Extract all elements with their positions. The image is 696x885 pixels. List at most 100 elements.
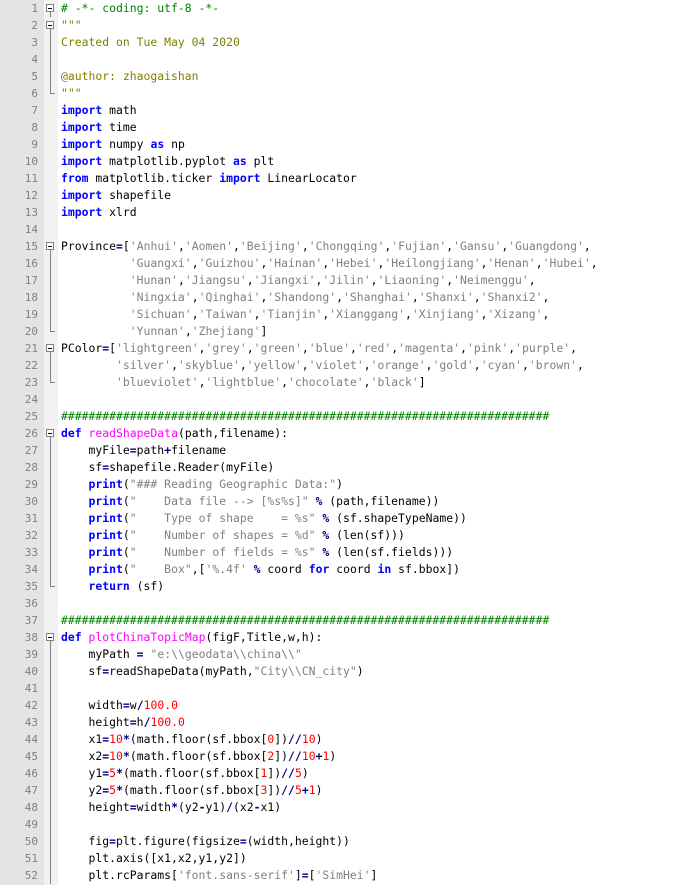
code-line[interactable]: 43 height=h/100.0	[0, 714, 696, 731]
line-number: 4	[31, 53, 38, 66]
code-line[interactable]: 42 width=w/100.0	[0, 697, 696, 714]
code-line[interactable]: 31 print(" Type of shape = %s" % (sf.sha…	[0, 510, 696, 527]
fold-guide-line	[50, 289, 51, 306]
code-line[interactable]: 47 y2=5*(math.floor(sf.bbox[3])//5+1)	[0, 782, 696, 799]
code-line[interactable]: 5 @author: zhaogaishan	[0, 68, 696, 85]
code-token: import	[61, 103, 103, 117]
code-line[interactable]: 50 fig=plt.figure(figsize=(width,height)…	[0, 833, 696, 850]
code-token: (len(sf.fields)))	[329, 545, 454, 559]
code-token: shapefile	[102, 188, 172, 202]
fold-toggle-icon[interactable]	[46, 429, 54, 437]
code-token: 'Hainan'	[267, 256, 323, 270]
code-token: ,	[301, 239, 309, 253]
code-line[interactable]: 6 """	[0, 85, 696, 102]
code-line[interactable]: 14	[0, 221, 696, 238]
code-token: ]	[294, 868, 302, 882]
code-line[interactable]: 15 Province=['Anhui','Aomen','Beijing','C…	[0, 238, 696, 255]
code-line[interactable]: 17 'Hunan','Jiangsu','Jiangxi','Jilin','…	[0, 272, 696, 289]
code-line[interactable]: 7 import math	[0, 102, 696, 119]
code-line[interactable]: 9 import numpy as np	[0, 136, 696, 153]
fold-toggle-icon[interactable]	[46, 4, 54, 12]
fold-guide-line	[50, 272, 51, 289]
code-line[interactable]: 1 # -*- coding: utf-8 -*-	[0, 0, 696, 17]
code-line[interactable]: 34 print(" Box",['%.4f' % coord for coor…	[0, 561, 696, 578]
code-token: +	[301, 783, 309, 797]
code-token: as	[232, 154, 247, 168]
code-token: sf	[61, 664, 103, 678]
code-line[interactable]: 11 from matplotlib.ticker import LinearLo…	[0, 170, 696, 187]
code-token: xlrd	[102, 205, 137, 219]
code-token: [	[308, 868, 316, 882]
code-text: def readShapeData(path,filename):	[61, 425, 288, 442]
code-line[interactable]: 16 'Guangxi','Guizhou','Hainan','Hebei',…	[0, 255, 696, 272]
code-line[interactable]: 8 import time	[0, 119, 696, 136]
code-token: (	[122, 545, 130, 559]
fold-toggle-icon[interactable]	[46, 21, 54, 29]
code-token: 'Zhejiang'	[191, 324, 261, 338]
code-line[interactable]: 32 print(" Number of shapes = %d" % (len…	[0, 527, 696, 544]
code-line[interactable]: 19 'Sichuan','Taiwan','Tianjin','Xiangga…	[0, 306, 696, 323]
code-token: (width,height))	[246, 834, 350, 848]
code-token: " Number of shapes = %d"	[129, 528, 316, 542]
code-token: 'Ningxia'	[129, 290, 192, 304]
code-line[interactable]: 13 import xlrd	[0, 204, 696, 221]
code-line[interactable]: 40 sf=readShapeData(myPath,"City\\CN_cit…	[0, 663, 696, 680]
code-token: //	[288, 749, 302, 763]
fold-toggle-icon[interactable]	[46, 242, 54, 250]
code-line[interactable]: 38 def plotChinaTopicMap(figF,Title,w,h):	[0, 629, 696, 646]
code-line[interactable]: 29 print("### Reading Geographic Data:")	[0, 476, 696, 493]
code-line[interactable]: 51 plt.axis([x1,x2,y1,y2])	[0, 850, 696, 867]
line-number: 27	[24, 444, 38, 457]
code-line[interactable]: 24	[0, 391, 696, 408]
code-token: ,	[184, 324, 192, 338]
line-number: 45	[24, 750, 38, 763]
fold-toggle-icon[interactable]	[46, 344, 54, 352]
code-line[interactable]: 44 x1=10*(math.floor(sf.bbox[0])//10)	[0, 731, 696, 748]
code-token: %	[253, 562, 261, 576]
code-line[interactable]: 25 ######################################…	[0, 408, 696, 425]
code-line[interactable]: 27 myFile=path+filename	[0, 442, 696, 459]
code-line[interactable]: 48 height=width*(y2-y1)/(x2-x1)	[0, 799, 696, 816]
code-token: (	[122, 562, 130, 576]
code-line[interactable]: 28 sf=shapefile.Reader(myFile)	[0, 459, 696, 476]
code-token: ########################################…	[61, 613, 550, 627]
fold-guide-line	[50, 850, 51, 867]
code-line[interactable]: 26 def readShapeData(path,filename):	[0, 425, 696, 442]
code-line[interactable]: 41	[0, 680, 696, 697]
code-line[interactable]: 20 'Yunnan','Zhejiang']	[0, 323, 696, 340]
code-token: 'yellow'	[246, 358, 302, 372]
code-token: 'chocolate'	[288, 375, 364, 389]
code-line[interactable]: 36	[0, 595, 696, 612]
code-line[interactable]: 23 'blueviolet','lightblue','chocolate',…	[0, 374, 696, 391]
line-number: 48	[24, 801, 38, 814]
code-token: readShapeData(myPath,	[109, 664, 254, 678]
code-line[interactable]: 18 'Ningxia','Qinghai','Shandong','Shang…	[0, 289, 696, 306]
code-token: ,	[246, 273, 254, 287]
code-token: @author: zhaogaishan	[61, 69, 199, 83]
line-number: 8	[31, 121, 38, 134]
line-number: 34	[24, 563, 38, 576]
code-line[interactable]: 52 plt.rcParams['font.sans-serif']=['Sim…	[0, 867, 696, 884]
code-line[interactable]: 49	[0, 816, 696, 833]
code-line[interactable]: 45 x2=10*(math.floor(sf.bbox[2])//10+1)	[0, 748, 696, 765]
code-line[interactable]: 46 y1=5*(math.floor(sf.bbox[1])//5)	[0, 765, 696, 782]
code-line[interactable]: 39 myPath = "e:\\geodata\\china\\"	[0, 646, 696, 663]
code-line[interactable]: 4	[0, 51, 696, 68]
code-line[interactable]: 37 ######################################…	[0, 612, 696, 629]
code-line[interactable]: 33 print(" Number of fields = %s" % (len…	[0, 544, 696, 561]
code-line[interactable]: 22 'silver','skyblue','yellow','violet',…	[0, 357, 696, 374]
code-token: 'black'	[370, 375, 419, 389]
fold-end-marker	[50, 85, 55, 94]
code-token: ,	[301, 358, 309, 372]
code-token: import	[61, 120, 103, 134]
code-line[interactable]: 12 import shapefile	[0, 187, 696, 204]
line-number: 30	[24, 495, 38, 508]
code-line[interactable]: 21 PColor=['lightgreen','grey','green','b…	[0, 340, 696, 357]
code-line[interactable]: 35 return (sf)	[0, 578, 696, 595]
fold-toggle-icon[interactable]	[46, 633, 54, 641]
code-editor[interactable]: 1 # -*- coding: utf-8 -*- 2 """ 3 Created on …	[0, 0, 696, 885]
code-line[interactable]: 30 print(" Data file --> [%s%s]" % (path…	[0, 493, 696, 510]
code-line[interactable]: 2 """	[0, 17, 696, 34]
code-line[interactable]: 10 import matplotlib.pyplot as plt	[0, 153, 696, 170]
code-line[interactable]: 3 Created on Tue May 04 2020	[0, 34, 696, 51]
